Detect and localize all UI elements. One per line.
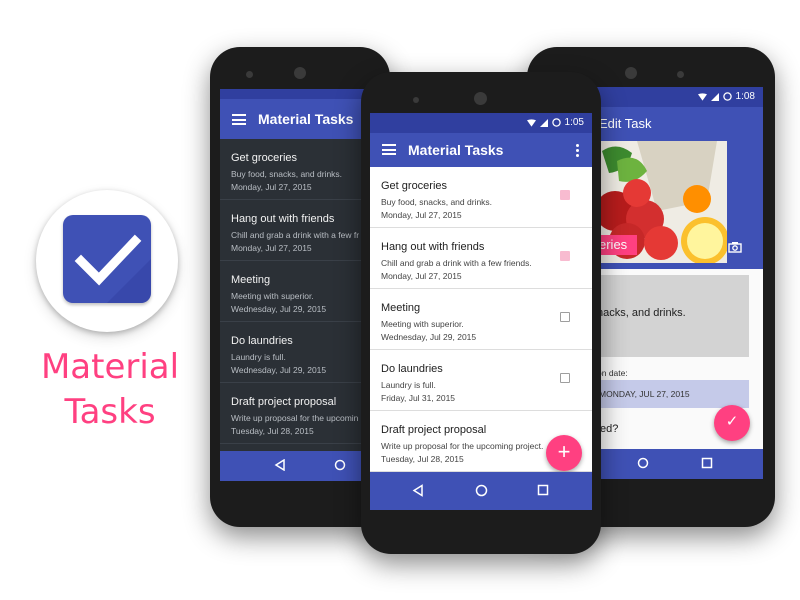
task-description: Write up proposal for the upcomin: [231, 413, 359, 423]
task-row[interactable]: Do laundries Laundry is full. Wednesday,…: [220, 322, 380, 383]
task-title: Do laundries: [381, 363, 443, 375]
signal-icon: [710, 92, 719, 101]
task-row[interactable]: Get groceries Buy food, snacks, and drin…: [370, 167, 592, 228]
task-description: Meeting with superior.: [381, 319, 464, 329]
app-bar: Material Tasks: [220, 99, 380, 139]
brand-title-line2: Tasks: [64, 392, 156, 432]
task-date: Monday, Jul 27, 2015: [381, 210, 462, 220]
task-row[interactable]: Draft project proposal Write up proposal…: [220, 383, 380, 444]
description-text: nacks, and drinks.: [597, 307, 686, 319]
alarm-icon: [722, 92, 732, 101]
home-icon[interactable]: [475, 484, 488, 497]
task-title: Meeting: [231, 274, 271, 286]
status-bar: 1:08: [597, 87, 763, 107]
speaker: [625, 67, 637, 79]
overflow-menu-icon[interactable]: [576, 144, 580, 159]
status-time: 1:05: [564, 117, 584, 128]
menu-icon[interactable]: [382, 144, 396, 155]
promo-canvas: Material Tasks Material Tasks Get grocer…: [0, 0, 800, 600]
status-time: 1:08: [735, 91, 755, 102]
task-title: Draft project proposal: [231, 396, 337, 408]
task-description: Write up proposal for the upcoming proje…: [381, 441, 544, 451]
home-icon[interactable]: [334, 459, 346, 471]
task-title: Hang out with friends: [231, 213, 335, 225]
task-row[interactable]: Hang out with friends Chill and grab a d…: [370, 228, 592, 289]
app-bar: Edit Task: [597, 107, 763, 141]
app-title: Edit Task: [599, 116, 652, 131]
due-date-label: on date:: [597, 368, 628, 378]
task-description: Chill and grab a drink with a few friend…: [381, 258, 532, 268]
task-checkbox[interactable]: [560, 251, 570, 261]
task-title: Do laundries: [231, 335, 293, 347]
menu-icon[interactable]: [232, 114, 246, 125]
task-description: Laundry is full.: [381, 380, 436, 390]
nav-bar: [220, 451, 380, 481]
wifi-icon: [697, 92, 707, 101]
nav-bar: [370, 472, 592, 510]
task-date: Wednesday, Jul 29, 2015: [231, 304, 327, 314]
front-camera: [677, 71, 684, 78]
app-title: Material Tasks: [258, 111, 354, 127]
recents-icon[interactable]: [537, 484, 549, 496]
front-camera: [246, 71, 253, 78]
alarm-icon: [551, 118, 561, 127]
task-title: Draft project proposal: [381, 424, 487, 436]
task-title: Hang out with friends: [381, 241, 485, 253]
screen-edit: 1:08 Edit Task eries nacks, and drinks. …: [597, 87, 763, 479]
checkmark-icon: [74, 234, 151, 303]
back-icon[interactable]: [412, 484, 424, 497]
task-row[interactable]: Do laundries Laundry is full. Friday, Ju…: [370, 350, 592, 411]
task-date: Wednesday, Jul 29, 2015: [381, 332, 477, 342]
camera-icon[interactable]: [728, 241, 742, 253]
recents-icon[interactable]: [701, 457, 713, 469]
task-row[interactable]: Get groceries Buy food, snacks, and drin…: [220, 139, 380, 200]
image-caption-chip: eries: [597, 235, 637, 255]
phone-task-list: 1:05 Material Tasks Get groceries Buy fo…: [361, 72, 601, 554]
status-bar: [220, 89, 380, 99]
task-title: Get groceries: [381, 180, 448, 192]
brand-title-line1: Material: [40, 347, 180, 387]
due-date-value: MONDAY, JUL 27, 2015: [599, 389, 690, 399]
task-description: Chill and grab a drink with a few fr: [231, 230, 360, 240]
app-logo: [36, 190, 178, 332]
task-row[interactable]: Hang out with friends Chill and grab a d…: [220, 200, 380, 261]
save-fab[interactable]: ✓: [714, 405, 750, 441]
screen-list: 1:05 Material Tasks Get groceries Buy fo…: [370, 113, 592, 510]
wifi-icon: [526, 118, 536, 127]
front-camera: [413, 97, 419, 103]
task-checkbox[interactable]: [560, 312, 570, 322]
speaker: [294, 67, 306, 79]
nav-bar: [597, 449, 763, 479]
add-task-fab[interactable]: +: [546, 435, 582, 471]
task-description: Buy food, snacks, and drinks.: [381, 197, 493, 207]
signal-icon: [539, 118, 548, 127]
task-date: Wednesday, Jul 29, 2015: [231, 365, 327, 375]
task-description: Laundry is full.: [231, 352, 286, 362]
image-header: eries: [597, 141, 763, 269]
task-description: Buy food, snacks, and drinks.: [231, 169, 343, 179]
task-description: Meeting with superior.: [231, 291, 314, 301]
due-date-field[interactable]: MONDAY, JUL 27, 2015: [597, 380, 749, 408]
app-bar: Material Tasks: [370, 133, 592, 167]
task-title: Meeting: [381, 302, 421, 314]
status-bar: 1:05: [370, 113, 592, 133]
task-date: Monday, Jul 27, 2015: [231, 243, 312, 253]
task-title: Get groceries: [231, 152, 298, 164]
task-date: Monday, Jul 27, 2015: [231, 182, 312, 192]
back-icon[interactable]: [274, 459, 286, 471]
task-date: Monday, Jul 27, 2015: [381, 271, 462, 281]
task-date: Friday, Jul 31, 2015: [381, 393, 456, 403]
task-checkbox[interactable]: [560, 373, 570, 383]
task-row[interactable]: Meeting Meeting with superior. Wednesday…: [370, 289, 592, 350]
speaker: [474, 92, 487, 105]
app-title: Material Tasks: [408, 142, 504, 158]
home-icon[interactable]: [637, 457, 649, 469]
logo-tile: [63, 215, 151, 303]
task-date: Tuesday, Jul 28, 2015: [231, 426, 314, 436]
screen-dark: Material Tasks Get groceries Buy food, s…: [220, 89, 380, 481]
description-field[interactable]: nacks, and drinks.: [597, 275, 749, 357]
task-date: Tuesday, Jul 28, 2015: [381, 454, 464, 464]
task-checkbox[interactable]: [560, 190, 570, 200]
task-row[interactable]: Meeting Meeting with superior. Wednesday…: [220, 261, 380, 322]
